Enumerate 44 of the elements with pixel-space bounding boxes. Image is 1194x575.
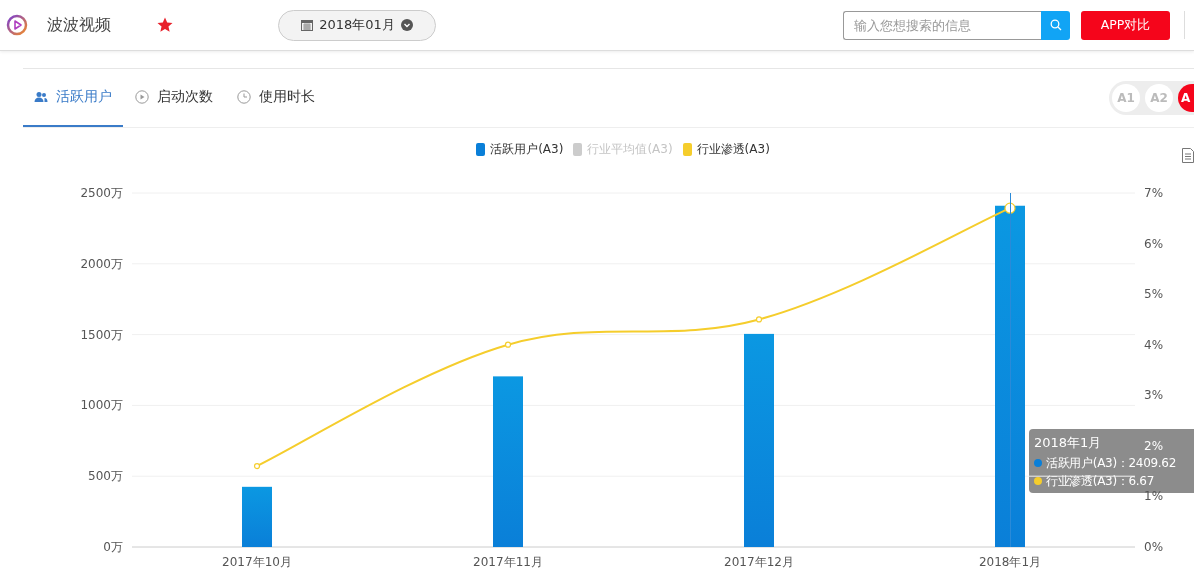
- y-axis-label: 0万: [103, 540, 123, 554]
- tab[interactable]: 活跃用户: [23, 69, 123, 127]
- tab[interactable]: 启动次数: [123, 69, 225, 127]
- y-axis-label: 2000万: [80, 256, 123, 271]
- play-icon: [135, 90, 149, 104]
- line-point: [504, 341, 512, 348]
- y-axis-label: 4%: [1144, 337, 1164, 352]
- document-icon[interactable]: [1182, 148, 1194, 163]
- x-axis-label: 2018年1月: [978, 555, 1042, 569]
- dropdown-icon: [400, 19, 413, 31]
- y-axis-label: 1000万: [80, 398, 123, 413]
- y-axis-label: 7%: [1144, 186, 1164, 200]
- y-axis-label: 2500万: [80, 186, 123, 200]
- compare-button[interactable]: APP对比: [1081, 10, 1170, 40]
- level-toggle[interactable]: A: [1178, 84, 1194, 112]
- legend-item[interactable]: 行业渗透(A3): [682, 140, 770, 158]
- tooltip-title: 2018年1月: [1034, 435, 1102, 450]
- app-name: 波波视频: [47, 14, 111, 36]
- line-point: [755, 316, 763, 323]
- tooltip-value: 活跃用户(A3)：2409.62: [1046, 455, 1177, 472]
- favorite-star-icon[interactable]: [156, 16, 174, 34]
- y-axis-label: 2%: [1144, 438, 1164, 453]
- line-point: [253, 463, 261, 470]
- logo-icon: [6, 14, 28, 36]
- calendar-icon: [301, 19, 314, 31]
- y-axis-label: 0%: [1144, 540, 1164, 554]
- x-axis-label: 2017年10月: [222, 555, 292, 569]
- y-axis-label: 3%: [1144, 388, 1164, 403]
- y-axis-label: 6%: [1144, 236, 1164, 251]
- search-icon: [1049, 19, 1062, 31]
- y-axis-label: 5%: [1144, 287, 1164, 302]
- search-field[interactable]: 输入您想搜索的信息: [843, 10, 1041, 40]
- legend-item[interactable]: 活跃用户(A3): [476, 140, 564, 158]
- x-axis-label: 2017年12月: [724, 555, 794, 569]
- clock-icon: [237, 90, 251, 104]
- search-button[interactable]: [1041, 10, 1070, 40]
- tooltip-value: 行业渗透(A3)：6.67: [1046, 473, 1155, 490]
- date-picker[interactable]: 2018年01月: [278, 9, 436, 41]
- x-axis-label: 2017年11月: [473, 555, 543, 569]
- y-axis-label: 1500万: [80, 327, 123, 342]
- tab[interactable]: 使用时长: [225, 69, 327, 127]
- users-icon: [34, 91, 48, 103]
- y-axis-label: 1%: [1144, 489, 1164, 504]
- y-axis-label: 500万: [88, 469, 123, 484]
